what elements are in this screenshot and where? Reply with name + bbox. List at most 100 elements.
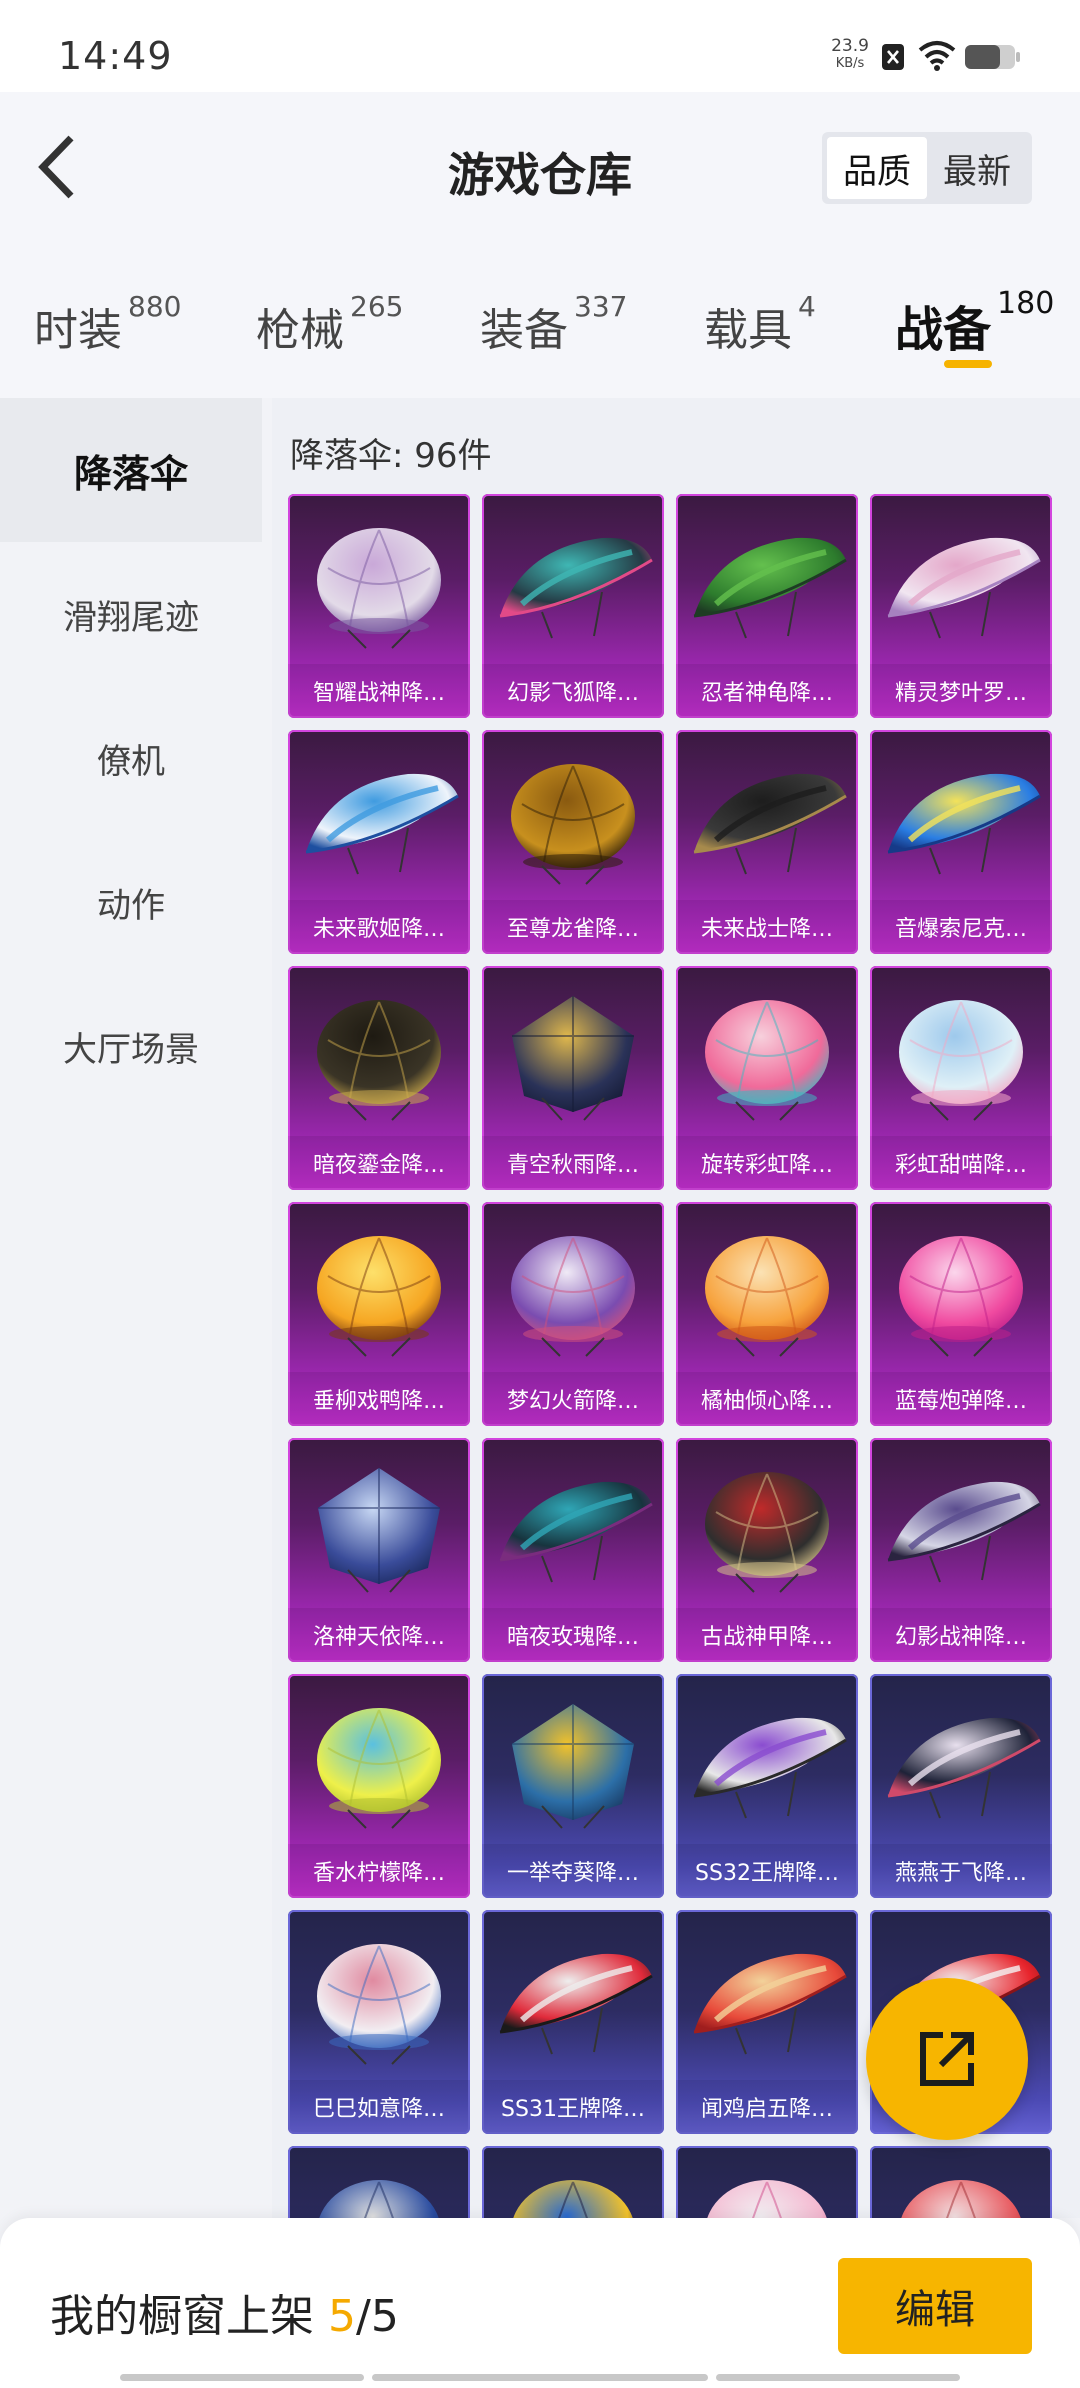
parachute-image (707, 2180, 827, 2218)
parachute-card[interactable]: 智耀战神降… (288, 494, 470, 718)
parachute-name: 暗夜鎏金降… (288, 1136, 470, 1190)
parachute-card[interactable] (288, 2146, 470, 2218)
sidebar-item-wingman[interactable]: 僚机 (0, 686, 262, 830)
parachute-image (317, 1708, 441, 1829)
tab-equipment[interactable]: 装备 337 (480, 290, 627, 358)
tab-label: 时装 (34, 305, 122, 356)
parachute-card[interactable]: 古战神甲降… (676, 1438, 858, 1662)
parachute-card[interactable]: 梦幻火箭降… (482, 1202, 664, 1426)
sort-option-newest[interactable]: 最新 (927, 137, 1027, 199)
parachute-name: 忍者神龟降… (676, 664, 858, 718)
sidebar: 降落伞 滑翔尾迹 僚机 动作 大厅场景 (0, 398, 262, 2218)
parachute-image (317, 1944, 441, 2065)
parachute-card[interactable]: 垂柳戏鸭降… (288, 1202, 470, 1426)
parachute-image (705, 1236, 829, 1357)
parachute-card[interactable]: 旋转彩虹降… (676, 966, 858, 1190)
active-tab-indicator (944, 360, 992, 368)
gesture-bar-segment (372, 2374, 708, 2381)
parachute-card[interactable]: 幻影飞狐降… (482, 494, 664, 718)
parachute-card[interactable]: 未来战士降… (676, 730, 858, 954)
parachute-card[interactable]: 洛神天依降… (288, 1438, 470, 1662)
parachute-card[interactable]: 暗夜玫瑰降… (482, 1438, 664, 1662)
parachute-card[interactable]: 音爆索尼克… (870, 730, 1052, 954)
parachute-image (512, 1704, 634, 1829)
parachute-image (693, 773, 847, 875)
sidebar-item-glide-trail[interactable]: 滑翔尾迹 (0, 542, 262, 686)
parachute-card[interactable]: 忍者神龟降… (676, 494, 858, 718)
parachute-card[interactable]: 幻影战神降… (870, 1438, 1052, 1662)
battery-icon (964, 42, 1022, 76)
parachute-card[interactable]: 彩虹甜喵降… (870, 966, 1052, 1190)
parachute-card[interactable]: 燕燕于飞降… (870, 1674, 1052, 1898)
showcase-total: 5 (370, 2291, 399, 2342)
parachute-card[interactable]: 精灵梦叶罗… (870, 494, 1052, 718)
parachute-name: 香水柠檬降… (288, 1844, 470, 1898)
parachute-card[interactable] (482, 2146, 664, 2218)
parachute-image (319, 2180, 439, 2218)
status-bar: 14:49 23.9 KB/s (0, 0, 1080, 92)
showcase-separator: / (356, 2291, 371, 2342)
parachute-card[interactable] (676, 2146, 858, 2218)
tab-label: 载具 (704, 305, 792, 356)
parachute-card[interactable]: 闻鸡启五降… (676, 1910, 858, 2134)
parachute-name: 智耀战神降… (288, 664, 470, 718)
parachute-name: 至尊龙雀降… (482, 900, 664, 954)
parachute-card[interactable]: 香水柠檬降… (288, 1674, 470, 1898)
sidebar-item-lobby-scene[interactable]: 大厅场景 (0, 974, 262, 1118)
tab-count: 4 (798, 290, 816, 323)
parachute-card[interactable]: 一举夺葵降… (482, 1674, 664, 1898)
parachute-card[interactable]: 巳巳如意降… (288, 1910, 470, 2134)
gesture-bar-segment (716, 2374, 960, 2381)
parachute-card[interactable] (870, 2146, 1052, 2218)
parachute-image (499, 1481, 653, 1583)
tab-vehicles[interactable]: 载具 4 (704, 290, 816, 358)
header: 游戏仓库 品质 最新 (0, 92, 1080, 242)
item-content: 降落伞: 96件 智耀战神降… 幻影飞狐降… 忍者神龟降… 精灵梦叶罗… 未来歌姬降… 至… (272, 398, 1080, 2218)
category-tabs: 时装 880 枪械 265 装备 337 载具 4 战备 180 (0, 242, 1080, 398)
gesture-bar-segment (120, 2374, 364, 2381)
parachute-name: 燕燕于飞降… (870, 1844, 1052, 1898)
tab-count: 337 (574, 290, 628, 323)
parachute-name: 梦幻火箭降… (482, 1372, 664, 1426)
share-external-icon (920, 2032, 974, 2086)
parachute-image (317, 1000, 441, 1121)
parachute-card[interactable]: SS31王牌降… (482, 1910, 664, 2134)
parachute-card[interactable]: 橘柚倾心降… (676, 1202, 858, 1426)
wifi-icon (918, 41, 956, 71)
tab-guns[interactable]: 枪械 265 (256, 290, 403, 358)
tab-fashion[interactable]: 时装 880 (34, 290, 181, 358)
tab-label: 枪械 (256, 305, 344, 356)
parachute-image (887, 1717, 1041, 1819)
parachute-card[interactable]: SS32王牌降… (676, 1674, 858, 1898)
parachute-card[interactable]: 蓝莓炮弹降… (870, 1202, 1052, 1426)
parachute-name: 音爆索尼克… (870, 900, 1052, 954)
tab-supplies[interactable]: 战备 180 (895, 286, 1054, 360)
parachute-image (512, 996, 634, 1121)
sidebar-item-parachute[interactable]: 降落伞 (0, 398, 262, 542)
sidebar-item-emote[interactable]: 动作 (0, 830, 262, 974)
tab-label: 装备 (480, 305, 568, 356)
edit-button[interactable]: 编辑 (838, 2258, 1032, 2354)
parachute-name: 一举夺葵降… (482, 1844, 664, 1898)
tab-count: 265 (350, 290, 404, 323)
parachute-card[interactable]: 未来歌姬降… (288, 730, 470, 954)
sort-option-quality[interactable]: 品质 (827, 137, 927, 199)
showcase-bar: 我的橱窗上架 5/5 编辑 (0, 2218, 1080, 2388)
parachute-name: 巳巳如意降… (288, 2080, 470, 2134)
parachute-name: SS32王牌降… (676, 1844, 858, 1898)
parachute-card[interactable]: 青空秋雨降… (482, 966, 664, 1190)
parachute-card[interactable]: 至尊龙雀降… (482, 730, 664, 954)
parachute-card[interactable]: 暗夜鎏金降… (288, 966, 470, 1190)
item-count-label: 降落伞: 96件 (290, 436, 492, 476)
parachute-image (693, 1953, 847, 2055)
parachute-image (511, 764, 635, 885)
parachute-name: 未来战士降… (676, 900, 858, 954)
parachute-image (499, 537, 653, 639)
parachute-image (318, 1468, 440, 1593)
parachute-image (499, 1953, 653, 2055)
share-button[interactable] (866, 1978, 1028, 2140)
parachute-name: 青空秋雨降… (482, 1136, 664, 1190)
parachute-image (693, 537, 847, 639)
parachute-name: 古战神甲降… (676, 1608, 858, 1662)
showcase-label: 我的橱窗上架 (50, 2291, 314, 2342)
